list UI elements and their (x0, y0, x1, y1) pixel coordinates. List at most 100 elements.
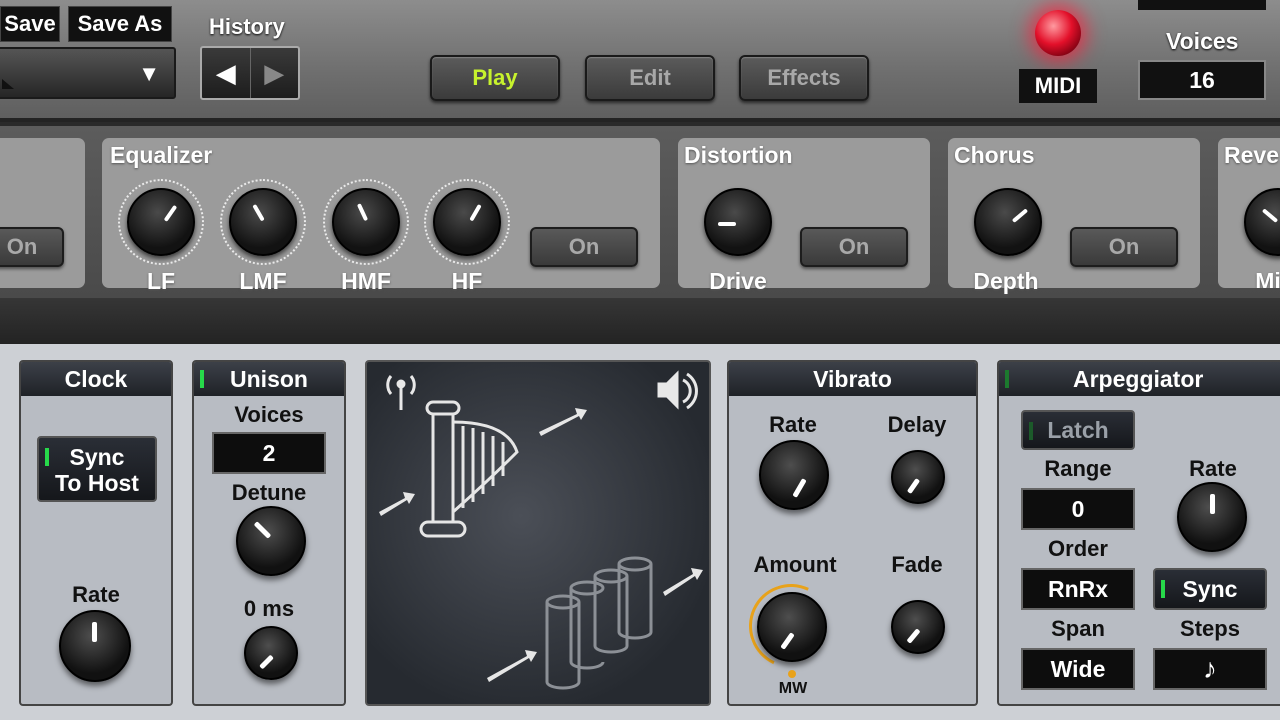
reverb-title: Reve (1224, 142, 1279, 168)
vibrato-rate-label: Rate (769, 412, 817, 437)
distortion-on-button[interactable]: On (800, 227, 908, 267)
clock-panel: Clock Sync To Host Rate (19, 360, 173, 706)
depth-knob[interactable] (974, 188, 1042, 256)
vibrato-header: Vibrato (729, 362, 976, 396)
chorus-title: Chorus (954, 142, 1035, 168)
sync-label: Sync (69, 444, 125, 470)
voices-label: Voices (1166, 28, 1239, 54)
arp-sync-led (1161, 580, 1165, 598)
save-as-button[interactable]: Save As (68, 6, 172, 42)
unison-time-label: 0 ms (243, 596, 295, 621)
clock-rate-label: Rate (72, 582, 120, 607)
equalizer-on-button[interactable]: On (530, 227, 638, 267)
vibrato-delay-knob[interactable] (891, 450, 945, 504)
antenna-icon (386, 375, 416, 410)
lf-label: LF (146, 268, 176, 294)
vibrato-amount-knob[interactable] (757, 592, 827, 662)
history-back-icon[interactable]: ◀ (202, 48, 251, 98)
unison-led (200, 370, 204, 388)
top-toolbar: Save Save As ▼ History ◀ ▶ Play Edit Eff… (0, 0, 1280, 122)
preset-dropdown[interactable]: ▼ (0, 47, 176, 99)
effects-mode-button[interactable]: Effects (739, 55, 869, 101)
preset-marker-icon (2, 79, 14, 89)
hf-knob[interactable] (433, 188, 501, 256)
range-label: Range (1044, 456, 1112, 481)
drive-knob[interactable] (704, 188, 772, 256)
arp-sync-label: Sync (1182, 575, 1238, 602)
midi-indicator-icon (1035, 10, 1081, 56)
history-forward-icon[interactable]: ▶ (251, 48, 299, 98)
equalizer-title: Equalizer (110, 142, 213, 168)
effects-strip: On Equalizer LF LMF HMF HF On Distortion… (0, 126, 1280, 298)
equalizer-panel: Equalizer LF LMF HMF HF On (102, 138, 660, 294)
distortion-panel: Distortion Drive On (678, 138, 930, 294)
clock-title: Clock (64, 365, 128, 392)
order-label: Order (1048, 536, 1108, 561)
effects-divider (0, 298, 1280, 344)
save-button[interactable]: Save (0, 6, 60, 42)
unison-title: Unison (230, 365, 308, 392)
midi-label: MIDI (1019, 69, 1097, 103)
lmf-label: LMF (239, 268, 287, 294)
detune-label: Detune (231, 480, 307, 505)
reverb-mix-knob[interactable] (1244, 188, 1280, 256)
reverb-panel: Reve Mi (1218, 138, 1280, 288)
arrows-icon (379, 408, 703, 682)
vibrato-fade-knob[interactable] (891, 600, 945, 654)
detune-knob[interactable] (236, 506, 306, 576)
order-field[interactable]: RnRx (1021, 568, 1135, 610)
unison-panel: Unison Voices 2 Detune 0 ms (192, 360, 346, 706)
clock-header: Clock (21, 362, 171, 396)
span-field[interactable]: Wide (1021, 648, 1135, 690)
hmf-knob[interactable] (332, 188, 400, 256)
instrument-graphic (365, 360, 711, 706)
unison-voices-label: Voices (234, 402, 304, 427)
span-label: Span (1051, 616, 1105, 641)
fx-panel-partial: On (0, 138, 85, 288)
arpeggiator-led (1005, 370, 1009, 388)
arp-rate-label: Rate (1189, 456, 1237, 481)
history-control: ◀ ▶ (200, 46, 300, 100)
latch-label: Latch (1047, 416, 1109, 443)
play-mode-button[interactable]: Play (430, 55, 560, 101)
latch-led (1029, 422, 1033, 440)
unison-voices-field[interactable]: 2 (212, 432, 326, 474)
vibrato-delay-label: Delay (887, 412, 947, 437)
lf-knob[interactable] (127, 188, 195, 256)
chorus-on-button[interactable]: On (1070, 227, 1178, 267)
fx-partial-on-button[interactable]: On (0, 227, 64, 267)
vibrato-panel: Vibrato Rate Delay Amount MW Fade (727, 360, 978, 706)
to-host-label: To Host (55, 470, 139, 496)
vibrato-fade-label: Fade (891, 552, 943, 577)
mw-dot (788, 670, 796, 678)
hf-label: HF (451, 268, 483, 294)
vibrato-amount-label: Amount (753, 552, 837, 577)
voices-field[interactable]: 16 (1138, 60, 1266, 100)
chevron-down-icon: ▼ (138, 61, 160, 86)
top-right-display (1138, 0, 1266, 10)
harp-icon (419, 400, 519, 538)
mw-label: MW (778, 680, 808, 697)
vibrato-rate-knob[interactable] (759, 440, 829, 510)
sync-to-host-led (45, 448, 49, 466)
vibrato-title: Vibrato (813, 365, 892, 392)
unison-header: Unison (194, 362, 344, 396)
speaker-icon (657, 370, 698, 410)
lmf-knob[interactable] (229, 188, 297, 256)
arpeggiator-panel: Arpeggiator Latch Range 0 Rate Order RnR… (997, 360, 1280, 706)
arpeggiator-title: Arpeggiator (1073, 365, 1204, 392)
steps-label: Steps (1180, 616, 1240, 641)
steps-field[interactable]: ♪ (1153, 648, 1267, 690)
arp-rate-knob[interactable] (1177, 482, 1247, 552)
sync-to-host-button[interactable]: Sync To Host (37, 436, 157, 502)
latch-button[interactable]: Latch (1021, 410, 1135, 450)
unison-time-knob[interactable] (244, 626, 298, 680)
chorus-panel: Chorus Depth On (948, 138, 1200, 294)
reverb-mix-label: Mi (1255, 268, 1280, 288)
clock-rate-knob[interactable] (59, 610, 131, 682)
range-field[interactable]: 0 (1021, 488, 1135, 530)
drive-label: Drive (709, 268, 767, 294)
arp-sync-button[interactable]: Sync (1153, 568, 1267, 610)
edit-mode-button[interactable]: Edit (585, 55, 715, 101)
play-panel-area: Clock Sync To Host Rate Unison Voices 2 … (0, 344, 1280, 720)
